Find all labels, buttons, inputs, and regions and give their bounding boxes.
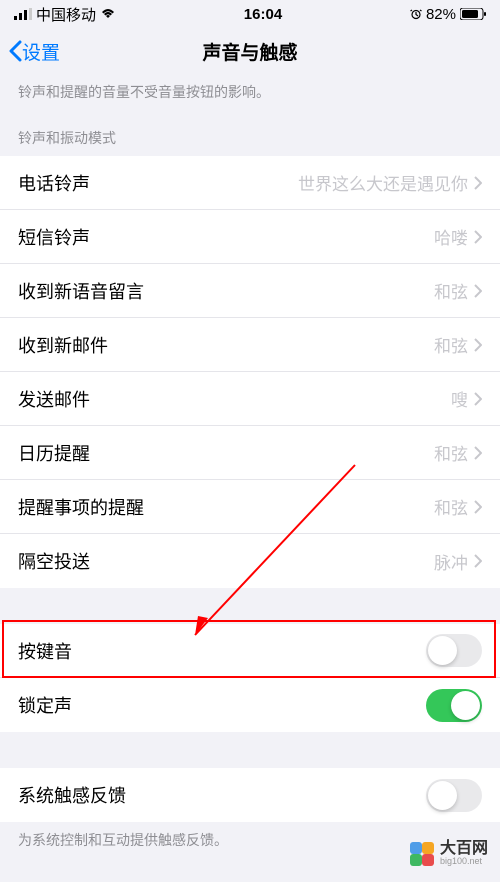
voicemail-label: 收到新语音留言 — [18, 278, 144, 304]
battery-icon — [460, 8, 486, 20]
airdrop-label: 隔空投送 — [18, 548, 90, 574]
lock-sound-row: 锁定声 — [0, 678, 500, 732]
sentmail-label: 发送邮件 — [18, 386, 90, 412]
newmail-row[interactable]: 收到新邮件 和弦 — [0, 318, 500, 372]
watermark-name: 大百网 — [440, 841, 488, 857]
chevron-right-icon — [474, 284, 482, 298]
texttone-value: 哈喽 — [434, 224, 482, 249]
alarm-icon — [410, 8, 422, 20]
battery-percent: 82% — [426, 6, 456, 23]
voicemail-value: 和弦 — [434, 278, 482, 303]
reminder-row[interactable]: 提醒事项的提醒 和弦 — [0, 480, 500, 534]
calendar-value: 和弦 — [434, 440, 482, 465]
system-haptics-row: 系统触感反馈 — [0, 768, 500, 822]
section-header-sounds: 铃声和振动模式 — [0, 114, 500, 156]
reminder-label: 提醒事项的提醒 — [18, 494, 144, 520]
newmail-value: 和弦 — [434, 332, 482, 357]
voicemail-row[interactable]: 收到新语音留言 和弦 — [0, 264, 500, 318]
ringtone-label: 电话铃声 — [18, 170, 90, 196]
wifi-icon — [100, 8, 116, 20]
watermark: 大百网 big100.net — [410, 841, 488, 866]
chevron-right-icon — [474, 338, 482, 352]
toggles-list: 按键音 锁定声 — [0, 624, 500, 732]
chevron-right-icon — [474, 230, 482, 244]
chevron-right-icon — [474, 392, 482, 406]
signal-icon — [14, 8, 32, 20]
keyboard-clicks-toggle[interactable] — [426, 634, 482, 667]
status-bar: 中国移动 16:04 82% — [0, 0, 500, 28]
volume-description: 铃声和提醒的音量不受音量按钮的影响。 — [0, 74, 500, 114]
watermark-logo-icon — [410, 842, 434, 866]
chevron-right-icon — [474, 176, 482, 190]
keyboard-clicks-label: 按键音 — [18, 638, 72, 664]
newmail-label: 收到新邮件 — [18, 332, 108, 358]
sounds-list: 电话铃声 世界这么大还是遇见你 短信铃声 哈喽 收到新语音留言 和弦 收到新邮件… — [0, 156, 500, 588]
reminder-value: 和弦 — [434, 494, 482, 519]
keyboard-clicks-row: 按键音 — [0, 624, 500, 678]
sentmail-value: 嗖 — [451, 386, 482, 411]
chevron-left-icon — [8, 40, 22, 62]
system-haptics-toggle[interactable] — [426, 779, 482, 812]
watermark-url: big100.net — [440, 857, 488, 866]
ringtone-row[interactable]: 电话铃声 世界这么大还是遇见你 — [0, 156, 500, 210]
chevron-right-icon — [474, 554, 482, 568]
status-time: 16:04 — [244, 6, 282, 23]
chevron-right-icon — [474, 500, 482, 514]
calendar-row[interactable]: 日历提醒 和弦 — [0, 426, 500, 480]
page-title: 声音与触感 — [202, 38, 297, 65]
texttone-row[interactable]: 短信铃声 哈喽 — [0, 210, 500, 264]
carrier-label: 中国移动 — [36, 4, 96, 25]
haptics-list: 系统触感反馈 — [0, 768, 500, 822]
ringtone-value: 世界这么大还是遇见你 — [298, 170, 482, 195]
chevron-right-icon — [474, 446, 482, 460]
status-left: 中国移动 — [14, 4, 116, 25]
lock-sound-toggle[interactable] — [426, 689, 482, 722]
calendar-label: 日历提醒 — [18, 440, 90, 466]
status-right: 82% — [410, 6, 486, 23]
nav-bar: 设置 声音与触感 — [0, 28, 500, 74]
airdrop-value: 脉冲 — [434, 549, 482, 574]
airdrop-row[interactable]: 隔空投送 脉冲 — [0, 534, 500, 588]
back-label: 设置 — [22, 38, 60, 65]
system-haptics-label: 系统触感反馈 — [18, 782, 126, 808]
texttone-label: 短信铃声 — [18, 224, 90, 250]
sentmail-row[interactable]: 发送邮件 嗖 — [0, 372, 500, 426]
lock-sound-label: 锁定声 — [18, 692, 72, 718]
back-button[interactable]: 设置 — [0, 38, 60, 65]
